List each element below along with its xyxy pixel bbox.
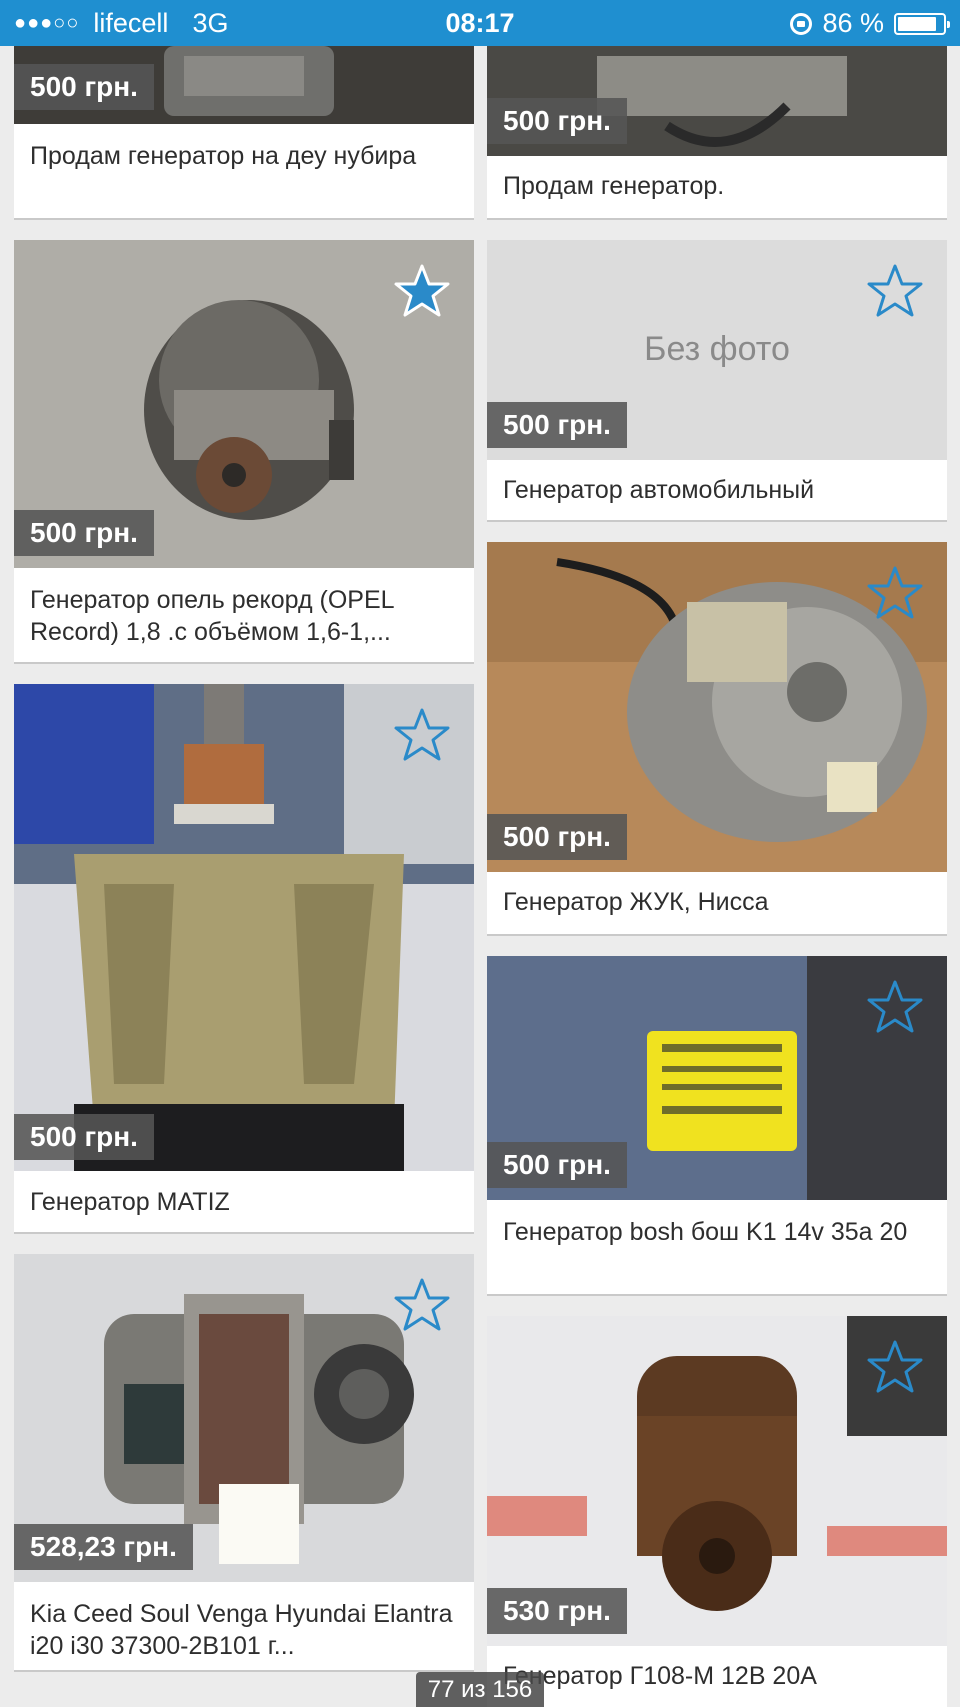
favorite-star-icon[interactable] [865, 1338, 925, 1398]
listing-title[interactable]: Продам генератор на деу нубира [30, 140, 460, 172]
rotation-lock-icon [790, 12, 813, 35]
price-badge: 500 грн. [14, 64, 154, 110]
listing-card[interactable]: 500 грн. Генератор опель рекорд (OPEL Re… [14, 240, 474, 662]
listing-card[interactable]: 500 грн. Генератор bosh бош K1 14v 35а 2… [487, 956, 947, 1294]
favorite-star-icon[interactable] [865, 564, 925, 624]
listing-card[interactable]: 530 грн. Генератор Г108-М 12В 20А [487, 1316, 947, 1707]
price-badge: 500 грн. [487, 402, 627, 448]
price-badge: 500 грн. [14, 510, 154, 556]
listing-card[interactable]: 500 грн. Продам генератор. [487, 46, 947, 218]
price-badge: 500 грн. [487, 98, 627, 144]
listing-card[interactable]: 500 грн. Генератор MATIZ [14, 684, 474, 1232]
price-badge: 500 грн. [487, 814, 627, 860]
listing-title[interactable]: Генератор Г108-М 12В 20А [503, 1660, 933, 1692]
listing-title[interactable]: Генератор ЖУК, Нисса [503, 886, 933, 918]
battery-percent: 86 % [822, 8, 884, 38]
status-bar: ●●●○○ lifecell 3G 08:17 86 % [0, 0, 960, 46]
listing-title[interactable]: Генератор автомобильный [503, 474, 933, 506]
listing-card[interactable]: 500 грн. Продам генератор на деу нубира [14, 46, 474, 218]
favorite-star-icon[interactable] [865, 262, 925, 322]
listing-title[interactable]: Kia Ceed Soul Venga Hyundai Elantra i20 … [30, 1598, 460, 1662]
price-badge: 530 грн. [487, 1588, 627, 1634]
listing-card[interactable]: 500 грн. Генератор ЖУК, Нисса [487, 542, 947, 934]
favorite-star-icon[interactable] [392, 1276, 452, 1336]
battery-icon [894, 12, 950, 35]
listing-card[interactable]: Без фото 500 грн. Генератор автомобильны… [487, 240, 947, 520]
listing-title[interactable]: Генератор MATIZ [30, 1186, 460, 1218]
listing-card[interactable]: 528,23 грн. Kia Ceed Soul Venga Hyundai … [14, 1254, 474, 1670]
price-badge: 500 грн. [487, 1142, 627, 1188]
no-photo-label: Без фото [644, 330, 790, 368]
listing-title[interactable]: Генератор bosh бош K1 14v 35а 20 [503, 1216, 933, 1248]
price-badge: 528,23 грн. [14, 1524, 193, 1570]
favorite-star-icon[interactable] [392, 262, 452, 322]
favorite-star-icon[interactable] [392, 706, 452, 766]
price-badge: 500 грн. [14, 1114, 154, 1160]
listing-title[interactable]: Продам генератор. [503, 170, 933, 202]
pagination-counter: 77 из 156 [416, 1672, 544, 1707]
favorite-star-icon[interactable] [865, 978, 925, 1038]
listing-title[interactable]: Генератор опель рекорд (OPEL Record) 1,8… [30, 584, 460, 648]
